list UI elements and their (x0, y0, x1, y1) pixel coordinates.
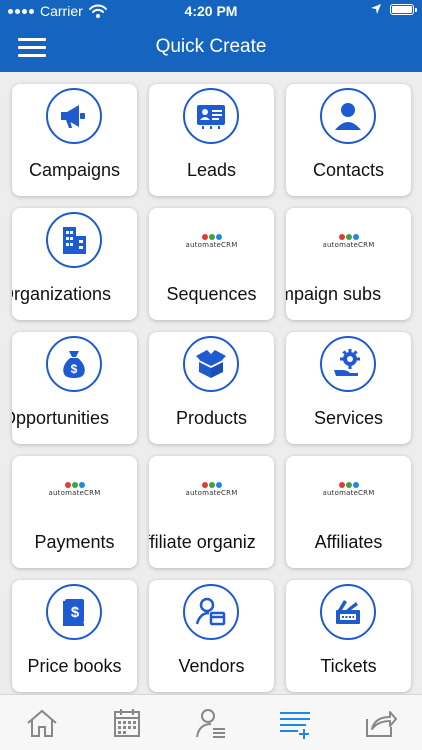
tab-share[interactable] (355, 703, 405, 743)
tile-opportunities[interactable]: $ Opportunities (12, 332, 137, 444)
tile-label: Services (313, 408, 384, 428)
page-title: Quick Create (155, 36, 267, 57)
money-bag-icon: $ (46, 336, 102, 392)
tab-contacts[interactable] (186, 703, 236, 743)
id-card-icon (183, 88, 239, 144)
tile-label: Contacts (312, 160, 385, 180)
price-book-icon: $ (46, 584, 102, 640)
tile-label: Campaigns (28, 160, 121, 180)
megaphone-icon (46, 88, 102, 144)
automatecrm-logo: automateCRM (149, 232, 274, 250)
home-icon (27, 709, 57, 737)
tile-price-books[interactable]: $ Price books (12, 580, 137, 692)
location-arrow-icon (371, 4, 381, 14)
ticket-icon (320, 584, 376, 640)
top-bar: Carrier 4:20 PM Quick Create (0, 0, 422, 72)
tile-tickets[interactable]: Tickets (286, 580, 411, 692)
tile-label: Campaign subs (286, 284, 382, 304)
app-header: Quick Create (0, 24, 422, 72)
box-icon (183, 336, 239, 392)
tile-services[interactable]: Services (286, 332, 411, 444)
tab-quick-create[interactable] (270, 703, 320, 743)
tile-label: Payments (34, 532, 115, 552)
status-bar: Carrier 4:20 PM (0, 0, 422, 24)
tile-label: Tickets (320, 656, 377, 676)
automatecrm-logo: automateCRM (12, 480, 137, 498)
tile-organizations[interactable]: Organizations (12, 208, 137, 320)
tile-label: Sequences (166, 284, 257, 304)
tile-label: Products (175, 408, 248, 428)
tile-affiliates[interactable]: automateCRM Affiliates (286, 456, 411, 568)
quick-create-icon (280, 711, 311, 739)
contacts-list-icon (195, 708, 225, 738)
tab-calendar[interactable] (102, 703, 152, 743)
building-icon (46, 212, 102, 268)
tile-campaign-subs[interactable]: automateCRM Campaign subs (286, 208, 411, 320)
tile-contacts[interactable]: Contacts (286, 84, 411, 196)
tile-label: Affiliate organiz (149, 532, 256, 552)
tab-home[interactable] (17, 703, 67, 743)
automatecrm-logo: automateCRM (286, 232, 411, 250)
quick-create-grid: Campaigns Leads Contacts Organizations a… (12, 84, 411, 692)
tile-campaigns[interactable]: Campaigns (12, 84, 137, 196)
tile-label: Opportunities (12, 408, 110, 428)
tile-label: Affiliates (314, 532, 383, 552)
tile-label: Organizations (12, 284, 112, 304)
share-icon (365, 710, 397, 737)
automatecrm-logo: automateCRM (286, 480, 411, 498)
calendar-icon (113, 708, 140, 737)
status-time: 4:20 PM (184, 3, 238, 19)
tile-label: Leads (186, 160, 237, 180)
tile-label: Vendors (178, 656, 245, 676)
svg-text:$: $ (71, 362, 78, 376)
bottom-tab-bar (0, 694, 422, 750)
tile-affiliate-organizations[interactable]: automateCRM Affiliate organiz (149, 456, 274, 568)
tile-sequences[interactable]: automateCRM Sequences (149, 208, 274, 320)
gear-hand-icon (320, 336, 376, 392)
person-icon (320, 88, 376, 144)
tile-leads[interactable]: Leads (149, 84, 274, 196)
tile-label: Price books (27, 656, 122, 676)
battery-icon (390, 3, 417, 15)
tile-products[interactable]: Products (149, 332, 274, 444)
automatecrm-logo: automateCRM (149, 480, 274, 498)
tile-vendors[interactable]: Vendors (149, 580, 274, 692)
vendor-icon (183, 584, 239, 640)
tile-payments[interactable]: automateCRM Payments (12, 456, 137, 568)
svg-text:$: $ (71, 604, 80, 621)
